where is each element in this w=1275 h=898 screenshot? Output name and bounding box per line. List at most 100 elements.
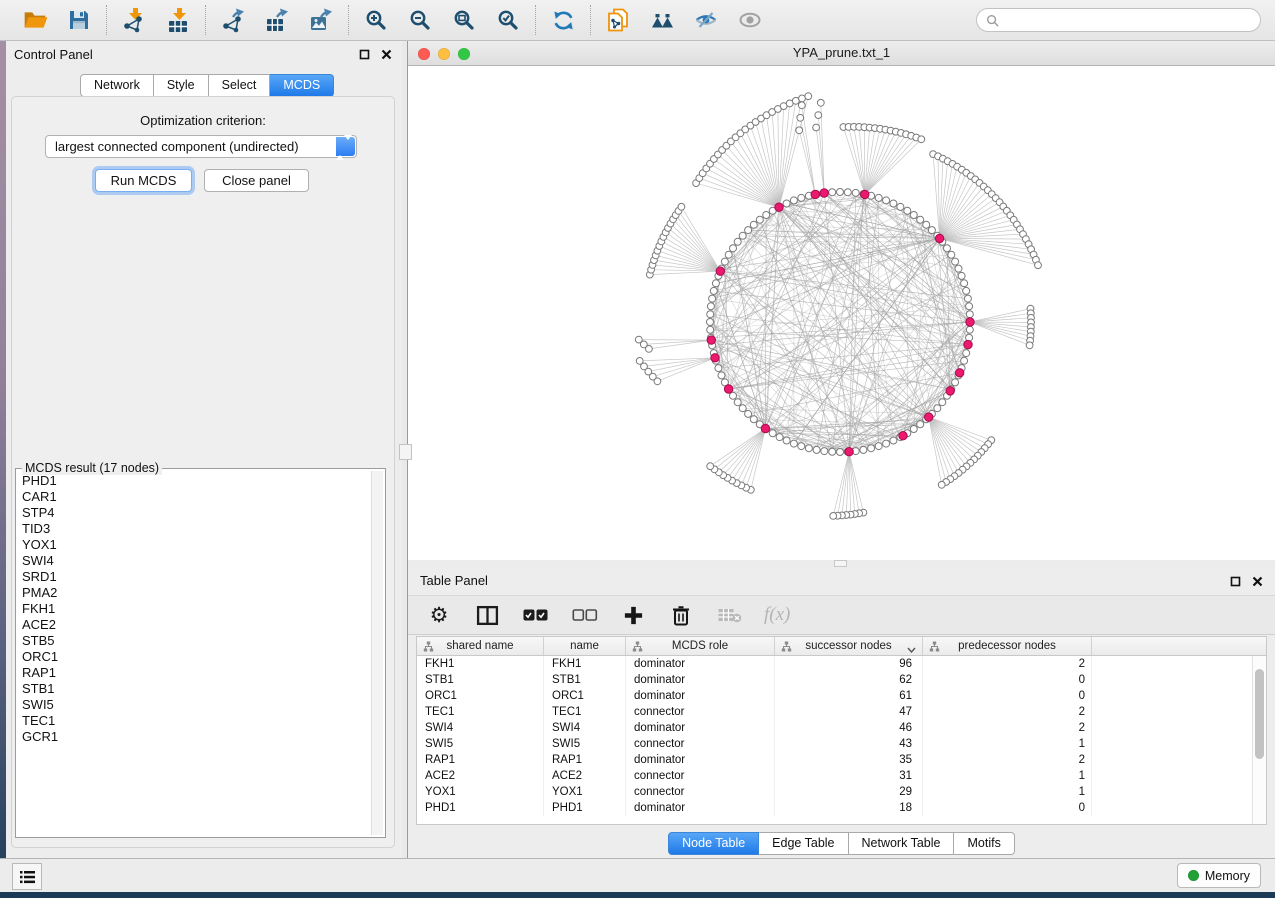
table-row[interactable]: ACE2ACE2connector311: [417, 768, 1266, 784]
float-panel-icon[interactable]: [358, 48, 370, 60]
cell-MCDS-role[interactable]: connector: [626, 768, 775, 784]
search-box[interactable]: [976, 8, 1261, 32]
cell-MCDS-role[interactable]: dominator: [626, 656, 775, 672]
table-row[interactable]: RAP1RAP1dominator352: [417, 752, 1266, 768]
cell-name[interactable]: FKH1: [544, 656, 626, 672]
cell-name[interactable]: YOX1: [544, 784, 626, 800]
mcds-result-item[interactable]: PHD1: [22, 473, 371, 489]
cell-predecessor-nodes[interactable]: 1: [923, 768, 1092, 784]
import-network-icon[interactable]: [120, 6, 148, 34]
cell-shared-name[interactable]: FKH1: [417, 656, 544, 672]
column-header-name[interactable]: name: [544, 637, 626, 655]
column-header-MCDS-role[interactable]: MCDS role: [626, 637, 775, 655]
cell-name[interactable]: SWI4: [544, 720, 626, 736]
cell-successor-nodes[interactable]: 43: [775, 736, 923, 752]
table-row[interactable]: STB1STB1dominator620: [417, 672, 1266, 688]
float-table-panel-icon[interactable]: [1229, 575, 1241, 587]
task-history-button[interactable]: [12, 863, 42, 890]
cell-successor-nodes[interactable]: 46: [775, 720, 923, 736]
table-row[interactable]: TEC1TEC1connector472: [417, 704, 1266, 720]
cell-shared-name[interactable]: RAP1: [417, 752, 544, 768]
table-tab-node-table[interactable]: Node Table: [668, 832, 759, 855]
network-window-titlebar[interactable]: YPA_prune.txt_1: [408, 41, 1275, 66]
cell-name[interactable]: SWI5: [544, 736, 626, 752]
horizontal-splitter[interactable]: [408, 560, 1275, 568]
zoom-selected-icon[interactable]: [494, 6, 522, 34]
table-row[interactable]: PHD1PHD1dominator180: [417, 800, 1266, 816]
tab-network[interactable]: Network: [80, 74, 154, 97]
cell-name[interactable]: ACE2: [544, 768, 626, 784]
export-image-icon[interactable]: [307, 6, 335, 34]
zoom-in-icon[interactable]: [362, 6, 390, 34]
import-table-icon[interactable]: [164, 6, 192, 34]
mcds-result-item[interactable]: GCR1: [22, 729, 371, 745]
table-tab-network-table[interactable]: Network Table: [849, 832, 955, 855]
cell-successor-nodes[interactable]: 35: [775, 752, 923, 768]
vertical-splitter-grip[interactable]: [399, 444, 412, 460]
cell-successor-nodes[interactable]: 62: [775, 672, 923, 688]
cell-successor-nodes[interactable]: 31: [775, 768, 923, 784]
select-all-columns-icon[interactable]: [522, 602, 549, 628]
cell-predecessor-nodes[interactable]: 2: [923, 720, 1092, 736]
table-row[interactable]: SWI5SWI5connector431: [417, 736, 1266, 752]
cell-MCDS-role[interactable]: connector: [626, 736, 775, 752]
cell-predecessor-nodes[interactable]: 0: [923, 672, 1092, 688]
cell-shared-name[interactable]: PHD1: [417, 800, 544, 816]
cell-shared-name[interactable]: ORC1: [417, 688, 544, 704]
cell-MCDS-role[interactable]: dominator: [626, 752, 775, 768]
column-header-successor-nodes[interactable]: successor nodes: [775, 637, 923, 655]
mcds-result-item[interactable]: YOX1: [22, 537, 371, 553]
mcds-result-item[interactable]: FKH1: [22, 601, 371, 617]
mcds-result-item[interactable]: STP4: [22, 505, 371, 521]
cell-successor-nodes[interactable]: 29: [775, 784, 923, 800]
export-network-icon[interactable]: [219, 6, 247, 34]
horizontal-splitter-grip[interactable]: [834, 560, 847, 567]
cell-shared-name[interactable]: YOX1: [417, 784, 544, 800]
zoom-out-icon[interactable]: [406, 6, 434, 34]
add-column-icon[interactable]: [620, 602, 646, 628]
cell-shared-name[interactable]: TEC1: [417, 704, 544, 720]
cell-shared-name[interactable]: SWI4: [417, 720, 544, 736]
close-panel-icon[interactable]: [380, 48, 392, 60]
mcds-result-scrollbar[interactable]: [371, 471, 383, 835]
save-session-icon[interactable]: [65, 6, 93, 34]
column-header-shared-name[interactable]: shared name: [417, 637, 544, 655]
mcds-result-item[interactable]: SWI4: [22, 553, 371, 569]
network-canvas[interactable]: [408, 67, 1275, 560]
cell-successor-nodes[interactable]: 96: [775, 656, 923, 672]
cell-name[interactable]: TEC1: [544, 704, 626, 720]
cell-predecessor-nodes[interactable]: 1: [923, 736, 1092, 752]
tab-mcds[interactable]: MCDS: [270, 74, 334, 97]
cell-predecessor-nodes[interactable]: 0: [923, 688, 1092, 704]
mcds-result-item[interactable]: SRD1: [22, 569, 371, 585]
tab-select[interactable]: Select: [209, 74, 271, 97]
cell-MCDS-role[interactable]: dominator: [626, 672, 775, 688]
mcds-result-item[interactable]: RAP1: [22, 665, 371, 681]
unselect-all-columns-icon[interactable]: [571, 602, 598, 628]
cell-predecessor-nodes[interactable]: 1: [923, 784, 1092, 800]
network-graph[interactable]: [408, 67, 1275, 560]
refresh-layout-icon[interactable]: [549, 6, 577, 34]
cell-name[interactable]: PHD1: [544, 800, 626, 816]
sort-descending-icon[interactable]: [907, 644, 916, 656]
mcds-result-item[interactable]: SWI5: [22, 697, 371, 713]
column-view-icon[interactable]: [474, 602, 500, 628]
mcds-result-item[interactable]: CAR1: [22, 489, 371, 505]
export-table-icon[interactable]: [263, 6, 291, 34]
mcds-result-item[interactable]: STB1: [22, 681, 371, 697]
cell-name[interactable]: ORC1: [544, 688, 626, 704]
cell-name[interactable]: STB1: [544, 672, 626, 688]
run-mcds-button[interactable]: Run MCDS: [95, 169, 192, 192]
zoom-fit-icon[interactable]: [450, 6, 478, 34]
cell-successor-nodes[interactable]: 18: [775, 800, 923, 816]
cell-shared-name[interactable]: ACE2: [417, 768, 544, 784]
table-tab-motifs[interactable]: Motifs: [954, 832, 1014, 855]
clone-network-icon[interactable]: [604, 6, 632, 34]
cell-shared-name[interactable]: STB1: [417, 672, 544, 688]
table-vertical-scrollbar[interactable]: [1252, 656, 1266, 824]
table-tab-edge-table[interactable]: Edge Table: [759, 832, 848, 855]
tab-style[interactable]: Style: [154, 74, 209, 97]
hide-selected-icon[interactable]: [692, 6, 720, 34]
cell-predecessor-nodes[interactable]: 0: [923, 800, 1092, 816]
table-row[interactable]: SWI4SWI4dominator462: [417, 720, 1266, 736]
